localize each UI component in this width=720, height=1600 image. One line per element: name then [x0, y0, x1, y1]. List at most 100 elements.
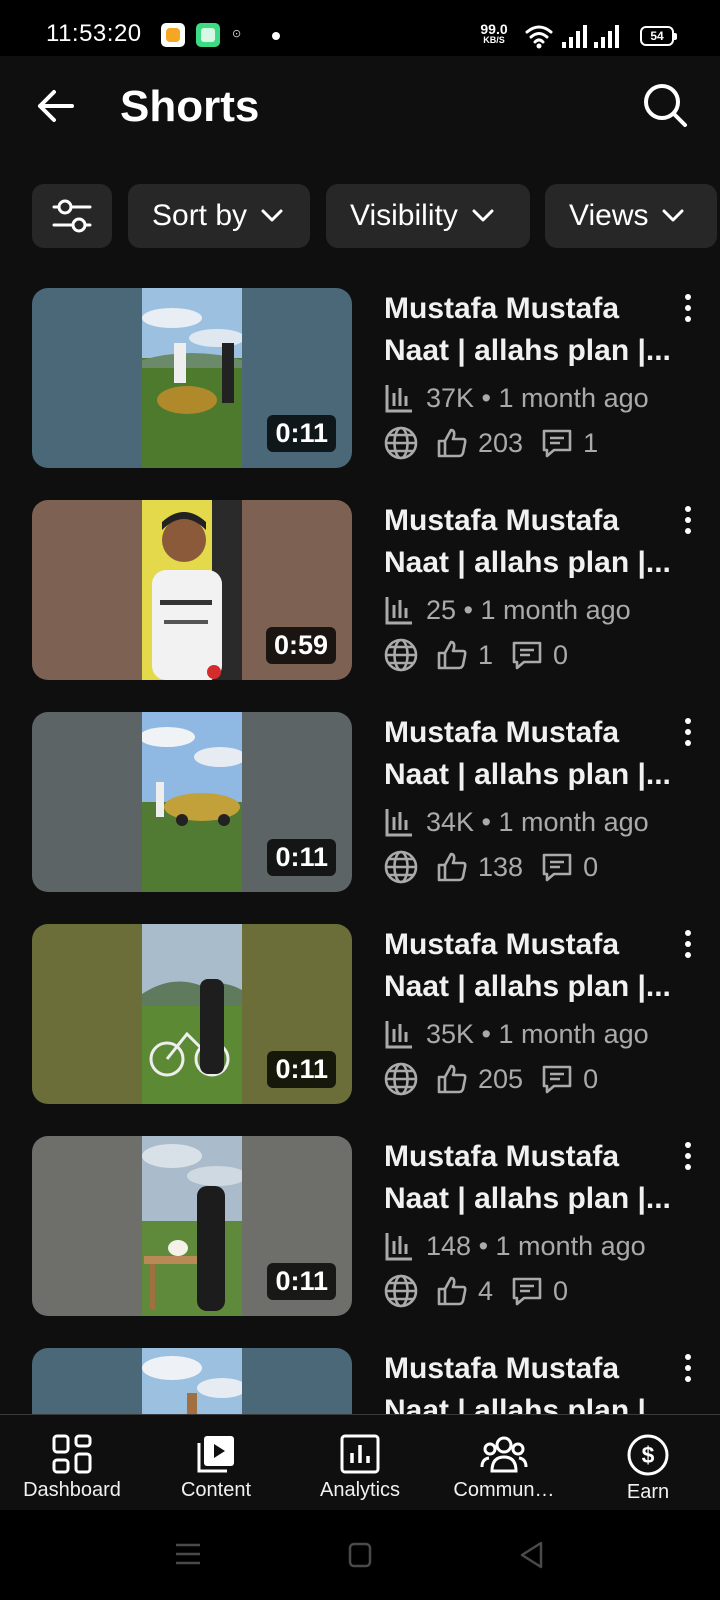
more-options-button[interactable]: [678, 504, 698, 536]
chevron-down-icon: [472, 209, 494, 222]
more-options-button[interactable]: [678, 928, 698, 960]
video-thumbnail[interactable]: 0:11: [32, 1136, 352, 1316]
video-stats: 203 1: [384, 425, 598, 461]
video-thumbnail[interactable]: 0:11: [32, 924, 352, 1104]
video-row[interactable]: 0:59 Mustafa Mustafa Naat | allahs plan …: [0, 500, 720, 712]
nav-item-content[interactable]: Content: [146, 1423, 286, 1507]
bottom-nav: Dashboard Content Analytics Commun… $ Ea…: [0, 1414, 720, 1510]
video-stats: 138 0: [384, 849, 598, 885]
thumbnail-image: [142, 1348, 242, 1414]
video-row[interactable]: 0:11 Mustafa Mustafa Naat | allahs plan …: [0, 712, 720, 924]
menu-icon[interactable]: [174, 1542, 202, 1566]
thumb-up-icon: [437, 1276, 467, 1306]
thumb-up-icon: [437, 640, 467, 670]
community-icon: [480, 1436, 528, 1473]
upload-age: 1 month ago: [495, 1230, 646, 1261]
video-title[interactable]: Mustafa Mustafa Naat | allahs plan |: [384, 1348, 674, 1414]
video-stats: 1 0: [384, 637, 568, 673]
video-list[interactable]: 0:11 Mustafa Mustafa Naat | allahs plan …: [0, 288, 720, 1414]
more-options-button[interactable]: [678, 1140, 698, 1172]
more-vert-icon: [685, 506, 691, 534]
like-count: 4: [478, 1275, 494, 1306]
duration-badge: 0:11: [267, 1263, 336, 1300]
video-title[interactable]: Mustafa Mustafa Naat | allahs plan |...: [384, 712, 674, 796]
view-count: 37K: [426, 382, 475, 413]
thumbnail-image: [142, 924, 242, 1104]
status-bar: 11:53:20 ⊙ 99.0 KB/S 54: [0, 0, 720, 56]
comment-icon: [512, 1277, 542, 1306]
globe-icon: [384, 426, 418, 460]
like-count: 203: [478, 427, 524, 458]
duration-badge: 0:11: [267, 415, 336, 452]
video-row[interactable]: Mustafa Mustafa Naat | allahs plan |: [0, 1348, 720, 1414]
more-options-button[interactable]: [678, 292, 698, 324]
comment-count: 0: [553, 1275, 569, 1306]
nav-item-community[interactable]: Commun…: [434, 1423, 574, 1507]
comment-icon: [542, 429, 572, 458]
video-title[interactable]: Mustafa Mustafa Naat | allahs plan |...: [384, 500, 674, 584]
chevron-down-icon: [261, 209, 283, 222]
nav-label: Content: [180, 1479, 252, 1501]
notification-dot-icon: [272, 32, 280, 40]
more-vert-icon: [685, 294, 691, 322]
nav-item-earn[interactable]: $ Earn: [578, 1423, 718, 1507]
sort-by-label: Sort by: [152, 199, 248, 232]
video-stats: 4 0: [384, 1273, 568, 1309]
video-title[interactable]: Mustafa Mustafa Naat | allahs plan |...: [384, 1136, 674, 1220]
arrow-back-icon: [38, 90, 74, 122]
nav-label: Commun…: [453, 1479, 555, 1501]
visibility-label: Visibility: [350, 199, 458, 232]
bar-chart-icon: [385, 809, 412, 837]
comment-count: 0: [583, 1063, 599, 1094]
more-vert-icon: [685, 1142, 691, 1170]
video-thumbnail[interactable]: 0:59: [32, 500, 352, 680]
view-count: 148: [426, 1230, 472, 1261]
page-title: Shorts: [120, 82, 260, 131]
video-meta: 148 • 1 month ago: [384, 1228, 646, 1264]
meta-separator: •: [474, 382, 499, 413]
filter-chip[interactable]: [32, 184, 112, 248]
video-thumbnail[interactable]: [32, 1348, 352, 1414]
visibility-chip[interactable]: Visibility: [326, 184, 530, 248]
video-thumbnail[interactable]: 0:11: [32, 288, 352, 468]
meta-separator: •: [474, 1018, 499, 1049]
system-nav-bar: [0, 1510, 720, 1600]
analytics-icon: [340, 1434, 380, 1474]
more-vert-icon: [685, 1354, 691, 1382]
views-chip[interactable]: Views: [545, 184, 717, 248]
video-title[interactable]: Mustafa Mustafa Naat | allahs plan |...: [384, 288, 674, 372]
back-nav-icon[interactable]: [518, 1540, 544, 1570]
meta-separator: •: [456, 594, 481, 625]
more-options-button[interactable]: [678, 1352, 698, 1384]
search-button[interactable]: [640, 80, 690, 130]
like-count: 138: [478, 851, 524, 882]
sort-by-chip[interactable]: Sort by: [128, 184, 310, 248]
back-button[interactable]: [34, 84, 78, 128]
comment-icon: [542, 1065, 572, 1094]
views-label: Views: [569, 199, 649, 232]
thumbnail-image: [142, 1136, 242, 1316]
nav-label: Dashboard: [23, 1479, 121, 1501]
comment-icon: [512, 641, 542, 670]
globe-icon: [384, 1274, 418, 1308]
video-title[interactable]: Mustafa Mustafa Naat | allahs plan |...: [384, 924, 674, 1008]
dashboard-icon: [52, 1434, 92, 1474]
video-row[interactable]: 0:11 Mustafa Mustafa Naat | allahs plan …: [0, 288, 720, 500]
video-meta: 35K • 1 month ago: [384, 1016, 649, 1052]
comment-count: 1: [583, 427, 599, 458]
video-thumbnail[interactable]: 0:11: [32, 712, 352, 892]
thumb-up-icon: [437, 1064, 467, 1094]
nav-item-analytics[interactable]: Analytics: [290, 1423, 430, 1507]
more-options-button[interactable]: [678, 716, 698, 748]
cell-signal-icon: [562, 25, 619, 48]
video-meta: 37K • 1 month ago: [384, 380, 649, 416]
nav-item-dashboard[interactable]: Dashboard: [2, 1423, 142, 1507]
green-app-icon: [196, 23, 220, 47]
video-row[interactable]: 0:11 Mustafa Mustafa Naat | allahs plan …: [0, 1136, 720, 1348]
home-icon[interactable]: [348, 1542, 372, 1568]
video-row[interactable]: 0:11 Mustafa Mustafa Naat | allahs plan …: [0, 924, 720, 1136]
orange-app-icon: [161, 23, 185, 47]
battery-icon: 54: [640, 26, 677, 46]
like-count: 1: [478, 639, 494, 670]
more-vert-icon: [685, 718, 691, 746]
